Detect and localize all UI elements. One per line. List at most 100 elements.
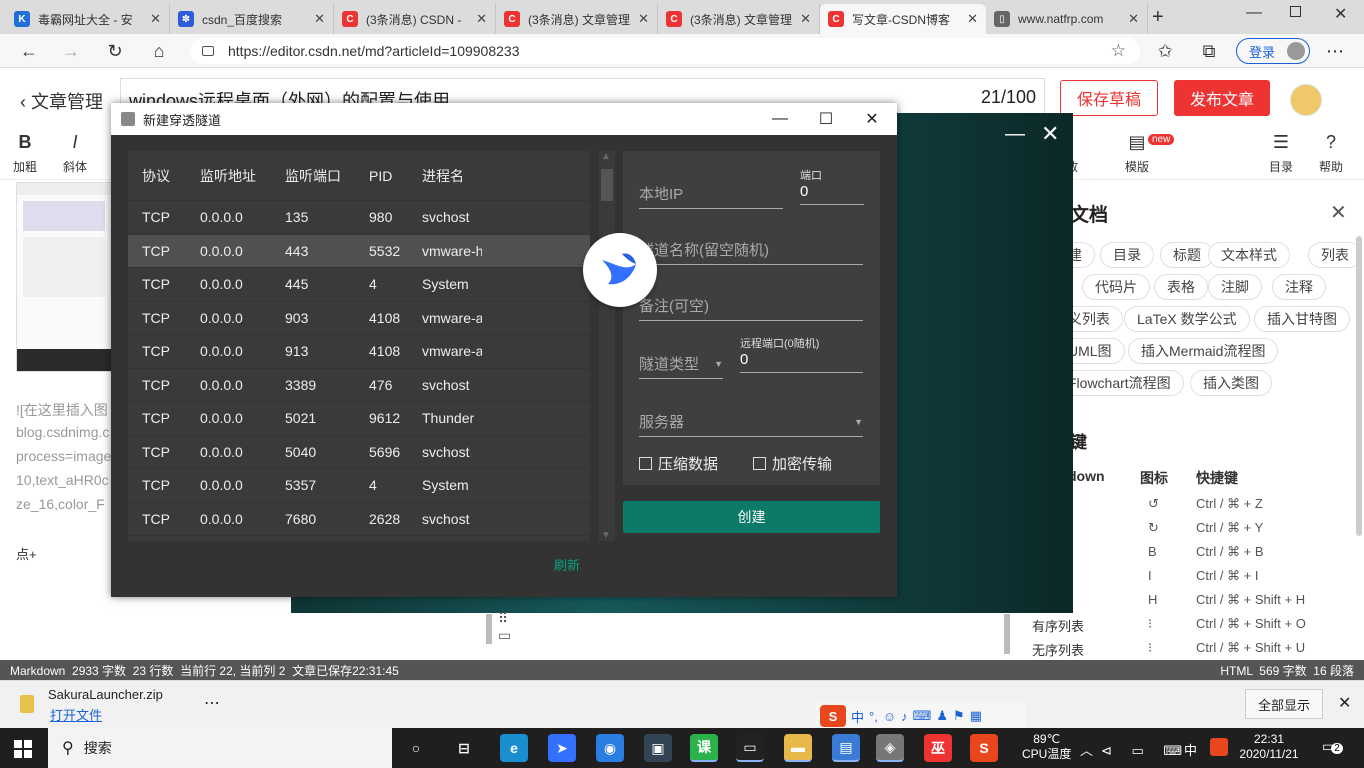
toc-tool[interactable]: ☰ 目录 — [1256, 132, 1306, 175]
help-scrollbar[interactable] — [1356, 236, 1362, 536]
column-header[interactable]: PID — [369, 168, 392, 184]
help-chip[interactable]: 标题 — [1160, 242, 1214, 268]
browser-tab[interactable]: K 毒霸网址大全 - 安 ✕ — [6, 4, 170, 34]
scroll-down-icon[interactable]: ▼ — [601, 530, 611, 541]
bold-tool[interactable]: B 加粗 — [0, 132, 50, 175]
tunnel-type-select[interactable]: 隧道类型 ▼ — [639, 353, 723, 379]
login-button[interactable]: 登录 — [1236, 38, 1310, 64]
server-select[interactable]: 服务器 ▼ — [639, 411, 863, 437]
collections-icon[interactable]: ⧉ — [1198, 40, 1220, 62]
dialog-close-button[interactable]: ✕ — [849, 103, 895, 135]
help-tool[interactable]: ? 帮助 — [1306, 132, 1356, 175]
clock[interactable]: 22:31 2020/11/21 — [1236, 732, 1302, 762]
windows-start-icon[interactable] — [14, 740, 32, 758]
input-lang-indicator[interactable]: 中 — [1184, 740, 1197, 759]
editor-scrollbar[interactable] — [1004, 614, 1010, 654]
show-all-button[interactable]: 全部显示 — [1245, 689, 1323, 719]
taskbar-search-box[interactable]: ⚲ 搜索 — [48, 728, 392, 768]
mic-icon[interactable]: ♪ — [901, 709, 908, 724]
favorites-icon[interactable]: ✩ — [1154, 40, 1176, 62]
table-row[interactable]: TCP 0.0.0.0 135 980 svchost — [128, 201, 590, 235]
close-tab-icon[interactable]: ✕ — [314, 11, 325, 27]
help-chip[interactable]: 列表 — [1308, 242, 1362, 268]
forward-icon[interactable]: → — [60, 40, 82, 62]
dialog-minimize-button[interactable]: — — [757, 103, 803, 135]
close-tab-icon[interactable]: ✕ — [150, 11, 161, 27]
table-row[interactable]: TCP 0.0.0.0 7680 2628 svchost — [128, 503, 590, 536]
browser-tab[interactable]: C (3条消息) 文章管理 ✕ — [496, 4, 658, 34]
table-row[interactable]: TCP 0.0.0.0 5040 5696 svchost — [128, 436, 590, 469]
help-chip[interactable]: LaTeX 数学公式 — [1124, 306, 1250, 332]
save-draft-button[interactable]: 保存草稿 — [1060, 80, 1158, 116]
task-view-icon[interactable]: ○ — [402, 734, 430, 762]
table-scrollbar[interactable]: ▲ ▼ — [599, 151, 615, 541]
open-file-link[interactable]: 打开文件 — [50, 705, 102, 724]
feishu-icon[interactable]: ➤ — [548, 734, 576, 762]
help-chip[interactable]: 注释 — [1272, 274, 1326, 300]
browser-tab[interactable]: ▯ www.natfrp.com ✕ — [986, 4, 1148, 34]
class-app-icon[interactable]: 课 — [690, 734, 718, 762]
close-icon[interactable]: ✕ — [1330, 200, 1347, 225]
punct-icon[interactable]: °, — [869, 709, 878, 724]
port-field[interactable]: 0 — [800, 183, 864, 205]
chat-app-icon[interactable]: ◉ — [596, 734, 624, 762]
home-icon[interactable]: ⌂ — [148, 40, 170, 62]
column-header[interactable]: 协议 — [142, 166, 170, 186]
close-tab-icon[interactable]: ✕ — [1128, 11, 1139, 27]
sogou-app-icon[interactable]: S — [970, 734, 998, 762]
new-tab-button[interactable]: + — [1152, 6, 1164, 29]
help-chip[interactable]: 插入甘特图 — [1254, 306, 1350, 332]
column-header[interactable]: 监听端口 — [285, 166, 341, 186]
favorite-star-icon[interactable]: ☆ — [1111, 41, 1126, 61]
help-chip[interactable]: 表格 — [1154, 274, 1208, 300]
remote-port-field[interactable]: 0 — [740, 351, 863, 373]
dialog-maximize-button[interactable]: ☐ — [803, 103, 849, 135]
help-chip[interactable]: Flowchart流程图 — [1056, 370, 1184, 396]
help-chip[interactable]: 文本样式 — [1208, 242, 1290, 268]
table-row[interactable]: TCP 0.0.0.0 5357 4 System — [128, 469, 590, 503]
scroll-up-icon[interactable]: ▲ — [601, 151, 611, 162]
url-field[interactable]: https://editor.csdn.net/md?articleId=109… — [190, 38, 1140, 64]
template-tool[interactable]: ▤ 模版 new — [1112, 132, 1175, 175]
compress-checkbox[interactable]: 压缩数据 — [639, 453, 718, 474]
tunnel-name-field[interactable]: 隧道名称(留空随机) — [639, 239, 863, 265]
wps-icon[interactable]: 巫 — [924, 734, 952, 762]
remote-desktop-icon[interactable]: ▤ — [832, 734, 860, 762]
close-tab-icon[interactable]: ✕ — [638, 11, 649, 27]
user-avatar[interactable] — [1290, 84, 1322, 116]
help-chip[interactable]: 注脚 — [1208, 274, 1262, 300]
file-explorer-icon[interactable]: ▬ — [784, 734, 812, 762]
close-window-button[interactable]: ✕ — [1334, 4, 1347, 24]
left-scrollbar[interactable] — [486, 614, 492, 644]
column-header[interactable]: 监听地址 — [200, 166, 256, 186]
italic-tool[interactable]: I 斜体 — [50, 132, 100, 175]
encrypt-checkbox[interactable]: 加密传输 — [753, 453, 832, 474]
note-field[interactable]: 备注(可空) — [639, 295, 863, 321]
close-tab-icon[interactable]: ✕ — [476, 11, 487, 27]
table-row[interactable]: TCP 0.0.0.0 913 4108 vmware-a — [128, 335, 590, 369]
keyboard-icon[interactable]: ⌨ — [913, 708, 932, 724]
floating-assistant-bubble[interactable] — [583, 233, 657, 307]
back-to-articles[interactable]: ‹ 文章管理 — [20, 88, 103, 114]
tray-icons[interactable]: ︿⊲ ▭ ⌨ — [1080, 740, 1190, 759]
terminal-icon[interactable]: ▭ — [736, 734, 764, 762]
browser-tab[interactable]: C 写文章-CSDN博客 ✕ — [820, 4, 986, 34]
table-row[interactable]: TCP 0.0.0.0 445 4 System — [128, 268, 590, 302]
skin-icon[interactable]: ♟ — [936, 708, 948, 724]
shirt-icon[interactable]: ⚑ — [953, 708, 965, 724]
download-more-icon[interactable]: ⋯ — [204, 693, 220, 713]
help-chip[interactable]: 代码片 — [1082, 274, 1150, 300]
close-tab-icon[interactable]: ✕ — [967, 11, 978, 27]
minimize-window-button[interactable]: — — [1246, 4, 1262, 22]
photo-viewer-icon[interactable]: ▣ — [644, 734, 672, 762]
restore-window-button[interactable] — [1290, 6, 1301, 17]
sogou-tray-icon[interactable] — [1210, 738, 1228, 756]
ime-lang[interactable]: 中 — [851, 707, 864, 726]
close-download-bar-icon[interactable]: ✕ — [1338, 693, 1351, 713]
browser-tab[interactable]: C (3条消息) CSDN - ✕ — [334, 4, 496, 34]
browser-tab[interactable]: ✽ csdn_百度搜索 ✕ — [170, 4, 334, 34]
help-chip[interactable]: 插入类图 — [1190, 370, 1272, 396]
refresh-link[interactable]: 刷新 — [554, 555, 580, 574]
edge-icon[interactable]: e — [500, 734, 528, 762]
multitasking-icon[interactable]: ⊟ — [450, 734, 478, 762]
